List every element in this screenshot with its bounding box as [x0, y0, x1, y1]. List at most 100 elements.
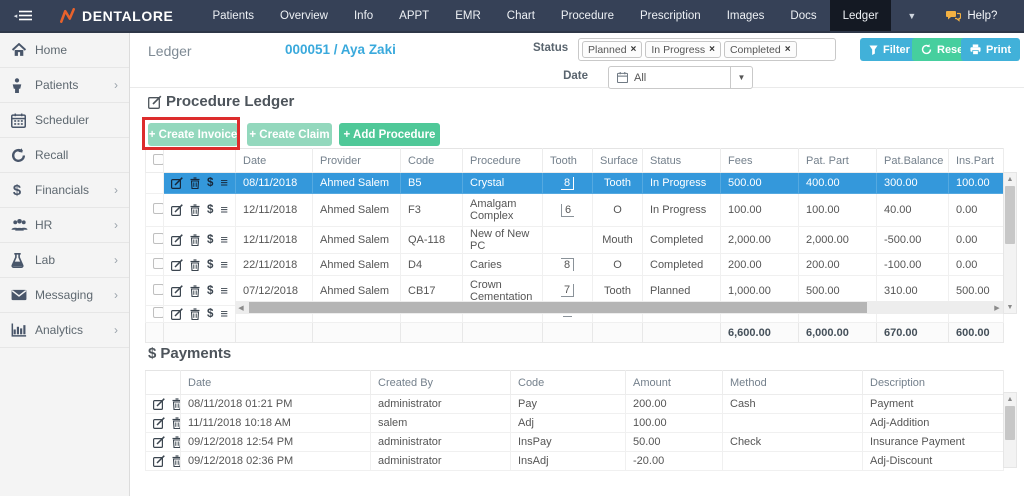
delete-icon[interactable]	[190, 285, 200, 297]
payment-row[interactable]: 08/11/2018 01:21 PMadministratorPay200.0…	[146, 395, 1004, 414]
status-chip-completed[interactable]: Completed×	[724, 41, 797, 58]
payment-icon[interactable]: $	[207, 204, 213, 216]
status-chip-in-progress[interactable]: In Progress×	[645, 41, 721, 58]
scroll-up-icon[interactable]: ▲	[1004, 393, 1016, 405]
sidebar-item-home[interactable]: Home	[0, 33, 129, 68]
procedure-row[interactable]: $≡12/11/2018Ahmed SalemQA-118New of New …	[146, 227, 1004, 254]
edit-icon[interactable]	[171, 234, 183, 246]
delete-icon[interactable]	[172, 417, 181, 429]
payment-row[interactable]: 11/11/2018 10:18 AMsalemAdj100.00Adj-Add…	[146, 414, 1004, 433]
payment-icon[interactable]: $	[207, 285, 213, 297]
vertical-scroll-thumb[interactable]	[1005, 406, 1015, 440]
scroll-down-icon[interactable]: ▼	[1004, 301, 1016, 313]
delete-icon[interactable]	[190, 177, 200, 189]
sidebar-item-recall[interactable]: Recall	[0, 138, 129, 173]
edit-icon[interactable]	[153, 436, 165, 448]
payments-table-vertical-scrollbar[interactable]: ▲	[1003, 392, 1017, 468]
delete-icon[interactable]	[190, 234, 200, 246]
delete-icon[interactable]	[190, 259, 200, 271]
procedure-row[interactable]: $≡12/11/2018Ahmed SalemF3Amalgam Complex…	[146, 194, 1004, 227]
edit-icon[interactable]	[153, 455, 165, 467]
payment-icon[interactable]: $	[207, 177, 213, 189]
filter-button[interactable]: Filter	[860, 38, 919, 61]
payment-icon[interactable]: $	[207, 308, 213, 320]
clinic-menu[interactable]: Dokki	[1011, 9, 1024, 22]
procedure-table-horizontal-scrollbar[interactable]: ◀ ▶	[235, 301, 1003, 314]
cell-surface: Tooth	[593, 173, 643, 194]
chip-remove-icon[interactable]: ×	[631, 44, 637, 55]
add-procedure-button[interactable]: + Add Procedure	[339, 123, 440, 146]
edit-icon[interactable]	[153, 417, 165, 429]
row-checkbox[interactable]	[153, 307, 164, 318]
edit-icon[interactable]	[171, 308, 183, 320]
nav-item-info[interactable]: Info	[341, 0, 386, 31]
sidebar-item-patients[interactable]: Patients›	[0, 68, 129, 103]
nav-item-appt[interactable]: APPT	[386, 0, 442, 31]
chip-remove-icon[interactable]: ×	[709, 44, 715, 55]
edit-icon[interactable]	[153, 398, 165, 410]
chip-remove-icon[interactable]: ×	[785, 44, 791, 55]
invoice-icon[interactable]: ≡	[220, 286, 228, 296]
invoice-icon[interactable]: ≡	[220, 260, 228, 270]
delete-icon[interactable]	[172, 436, 181, 448]
patient-link[interactable]: 000051 / Aya Zaki	[285, 42, 396, 57]
print-button[interactable]: Print	[961, 38, 1020, 61]
row-checkbox[interactable]	[153, 203, 164, 214]
nav-more-dropdown[interactable]: ▼	[891, 0, 932, 31]
nav-item-chart[interactable]: Chart	[494, 0, 548, 31]
create-claim-button[interactable]: + Create Claim	[247, 123, 332, 146]
nav-item-overview[interactable]: Overview	[267, 0, 341, 31]
invoice-icon[interactable]: ≡	[220, 309, 228, 319]
delete-icon[interactable]	[172, 455, 181, 467]
nav-item-patients[interactable]: Patients	[199, 0, 267, 31]
edit-icon[interactable]	[171, 204, 183, 216]
invoice-icon[interactable]: ≡	[220, 178, 228, 188]
app-logo[interactable]: DENTALORE	[46, 8, 199, 24]
sidebar-item-financials[interactable]: $Financials›	[0, 173, 129, 208]
sidebar-item-analytics[interactable]: Analytics›	[0, 313, 129, 348]
delete-icon[interactable]	[190, 308, 200, 320]
row-checkbox[interactable]	[153, 258, 164, 269]
procedure-ledger-title-text: Procedure Ledger	[166, 93, 294, 110]
edit-icon[interactable]	[171, 259, 183, 271]
status-filter-input[interactable]: Planned×In Progress×Completed×	[578, 38, 836, 61]
date-filter-select[interactable]: All ▼	[608, 66, 753, 89]
create-invoice-button[interactable]: + Create Invoice	[148, 123, 238, 146]
status-chip-planned[interactable]: Planned×	[582, 41, 642, 58]
procedure-table-vertical-scrollbar[interactable]: ▲ ▼	[1003, 172, 1017, 314]
nav-item-ledger[interactable]: Ledger	[830, 0, 892, 31]
payment-icon[interactable]: $	[207, 234, 213, 246]
sidebar-item-lab[interactable]: Lab›	[0, 243, 129, 278]
cell-status: In Progress	[643, 194, 721, 227]
scroll-left-icon[interactable]: ◀	[235, 304, 247, 312]
invoice-icon[interactable]: ≡	[220, 235, 228, 245]
payment-icon[interactable]: $	[207, 259, 213, 271]
sidebar-collapse-icon[interactable]: ◂	[0, 10, 46, 21]
help-menu[interactable]: Help?	[932, 10, 1011, 22]
vertical-scroll-thumb[interactable]	[1005, 186, 1015, 244]
column-header: Ins.Part	[949, 149, 1004, 173]
scroll-up-icon[interactable]: ▲	[1004, 173, 1016, 185]
nav-item-procedure[interactable]: Procedure	[548, 0, 627, 31]
payment-row[interactable]: 09/12/2018 12:54 PMadministratorInsPay50…	[146, 433, 1004, 452]
horizontal-scroll-thumb[interactable]	[249, 302, 867, 313]
sidebar-item-scheduler[interactable]: Scheduler	[0, 103, 129, 138]
procedure-row[interactable]: $≡22/11/2018Ahmed SalemD4Caries8OComplet…	[146, 254, 1004, 276]
row-checkbox[interactable]	[153, 233, 164, 244]
sidebar-item-messaging[interactable]: Messaging›	[0, 278, 129, 313]
scroll-right-icon[interactable]: ▶	[991, 304, 1003, 312]
nav-item-emr[interactable]: EMR	[442, 0, 494, 31]
nav-item-docs[interactable]: Docs	[777, 0, 829, 31]
edit-icon[interactable]	[171, 285, 183, 297]
delete-icon[interactable]	[190, 204, 200, 216]
payment-row[interactable]: 09/12/2018 02:36 PMadministratorInsAdj-2…	[146, 452, 1004, 471]
sidebar-item-hr[interactable]: HR›	[0, 208, 129, 243]
row-checkbox[interactable]	[153, 284, 164, 295]
delete-icon[interactable]	[172, 398, 181, 410]
nav-item-images[interactable]: Images	[714, 0, 778, 31]
invoice-icon[interactable]: ≡	[220, 205, 228, 215]
select-all-checkbox[interactable]	[153, 154, 164, 165]
edit-icon[interactable]	[171, 177, 183, 189]
procedure-row[interactable]: $≡08/11/2018Ahmed SalemB5Crystal8ToothIn…	[146, 173, 1004, 194]
nav-item-prescription[interactable]: Prescription	[627, 0, 714, 31]
